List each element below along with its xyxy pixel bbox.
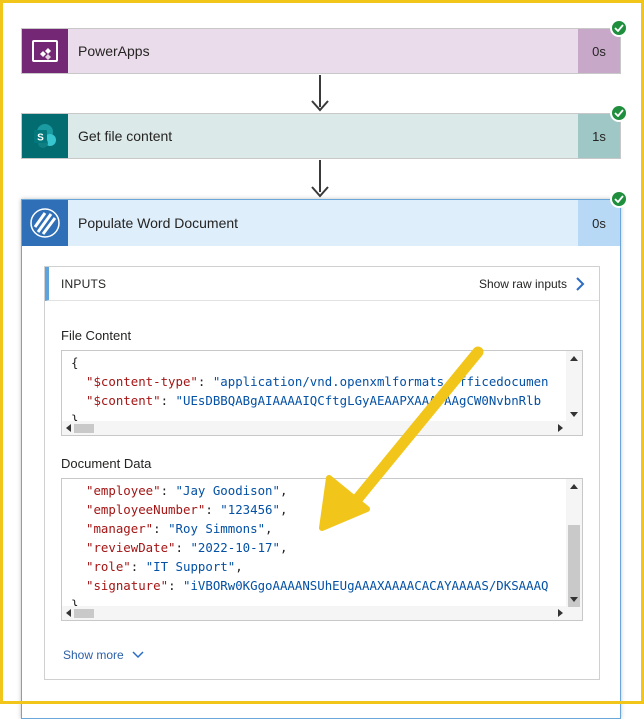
code-line: "reviewDate": "2022-10-17", — [86, 540, 288, 555]
action-card-get-file-content[interactable]: S Get file content 1s — [21, 104, 628, 159]
action-header[interactable]: Populate Word Document 0s — [22, 200, 620, 246]
show-raw-inputs-label: Show raw inputs — [478, 276, 567, 291]
file-content-code[interactable]: { "$content-type": "application/vnd.open… — [61, 350, 583, 436]
vertical-scrollbar[interactable] — [566, 479, 582, 620]
arrow-down-icon — [311, 100, 329, 112]
scroll-down-icon[interactable] — [566, 407, 582, 421]
word-template-icon — [22, 200, 68, 246]
document-data-code[interactable]: "employee": "Jay Goodison", "employeeNum… — [61, 478, 583, 621]
scroll-up-icon[interactable] — [566, 351, 582, 365]
inputs-header: INPUTS Show raw inputs — [45, 267, 599, 301]
checkmark-icon — [610, 104, 628, 122]
scroll-right-icon[interactable] — [554, 606, 566, 620]
code-line: { — [71, 355, 79, 370]
action-card-populate-word-document[interactable]: Populate Word Document 0s INPUTS Show ra… — [21, 190, 628, 719]
horizontal-scroll-thumb[interactable] — [74, 424, 94, 433]
sharepoint-icon: S — [22, 114, 68, 158]
arrow-down-icon — [311, 186, 329, 198]
document-data-label: Document Data — [61, 456, 152, 471]
code-line: "employee": "Jay Goodison", — [86, 483, 288, 498]
show-more-button[interactable]: Show more — [63, 648, 144, 662]
file-content-label: File Content — [61, 328, 132, 343]
checkmark-icon — [610, 19, 628, 37]
horizontal-scrollbar[interactable] — [62, 421, 566, 435]
checkmark-icon — [610, 190, 628, 208]
horizontal-scrollbar[interactable] — [62, 606, 566, 620]
code-line: "$content": "UEsDBBQABgAIAAAAIQCftgLGyAE… — [86, 393, 542, 408]
code-line: "manager": "Roy Simmons", — [86, 521, 273, 536]
inputs-label: INPUTS — [61, 276, 107, 291]
svg-text:S: S — [37, 133, 44, 144]
horizontal-scroll-thumb[interactable] — [74, 609, 94, 618]
code-line: "employeeNumber": "123456", — [86, 502, 288, 517]
code-line: "role": "IT Support", — [86, 559, 243, 574]
code-line: "$content-type": "application/vnd.openxm… — [86, 374, 549, 389]
show-more-label: Show more — [63, 648, 124, 662]
chevron-right-icon — [576, 276, 585, 291]
scroll-down-icon[interactable] — [566, 592, 582, 606]
chevron-down-icon — [132, 651, 144, 659]
show-raw-inputs-button[interactable]: Show raw inputs — [479, 277, 585, 291]
scroll-left-icon[interactable] — [62, 421, 74, 435]
step-title: Get file content — [78, 128, 173, 144]
scroll-left-icon[interactable] — [62, 606, 74, 620]
vertical-scrollbar[interactable] — [566, 351, 582, 435]
scroll-right-icon[interactable] — [554, 421, 566, 435]
scroll-up-icon[interactable] — [566, 479, 582, 493]
step-title: PowerApps — [78, 43, 150, 59]
code-line: "signature": "iVBORw0KGgoAAAANSUhEUgAAAX… — [86, 578, 549, 593]
step-title: Populate Word Document — [78, 215, 239, 231]
inputs-panel: INPUTS Show raw inputs File Content { "$… — [44, 266, 600, 680]
action-card-powerapps[interactable]: PowerApps 0s — [21, 19, 628, 74]
powerapps-icon — [22, 29, 68, 73]
